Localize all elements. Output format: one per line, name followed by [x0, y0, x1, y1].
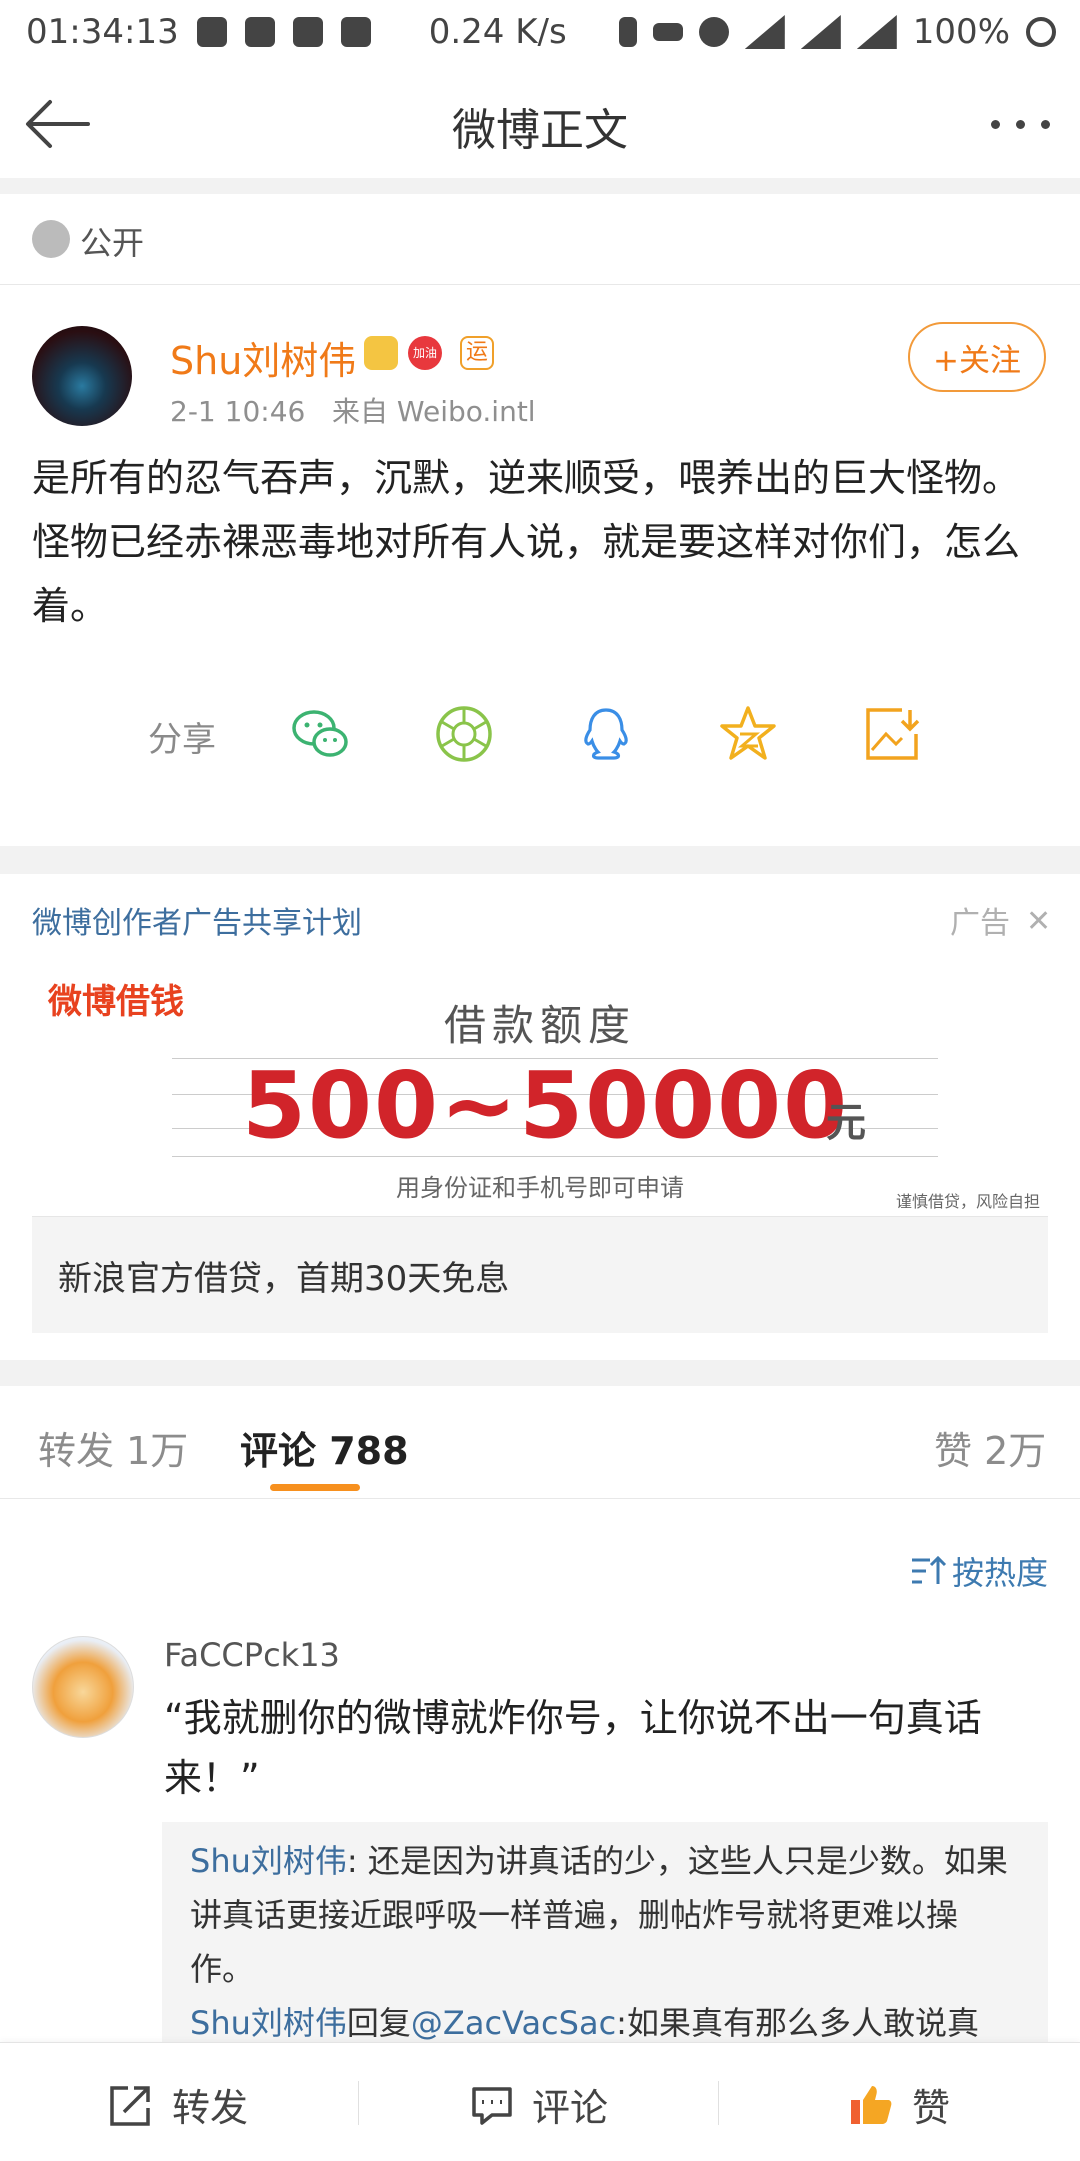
author-avatar[interactable] [32, 326, 132, 426]
network-speed: 0.24 K/s [428, 12, 567, 52]
ad-heading: 借款额度 [443, 1001, 636, 1050]
luck-badge-icon: 运 [460, 336, 494, 370]
ad-banner[interactable]: 微博借钱 借款额度 500~50000 元 用身份证和手机号即可申请 谨慎借贷，… [32, 960, 1048, 1216]
crown-badge-icon [364, 336, 398, 370]
cheer-badge-icon: 加油 [408, 336, 442, 370]
close-icon[interactable]: ✕ [1026, 904, 1051, 939]
author-name[interactable]: Shu刘树伟 [170, 330, 356, 385]
battery-icon [1026, 17, 1056, 47]
ad-caption[interactable]: 新浪官方借贷，首期30天免息 [32, 1216, 1048, 1333]
replies-box[interactable]: Shu刘树伟: 还是因为讲真话的少，这些人只是少数。如果讲真话更接近跟呼吸一样普… [162, 1822, 1048, 2042]
visibility-row: 公开 [0, 194, 1080, 285]
page-title: 微博正文 [452, 105, 628, 156]
follow-button[interactable]: +关注 [908, 322, 1046, 392]
mail-notification-icon-2 [292, 17, 323, 47]
phone-icon [618, 17, 637, 47]
divider [358, 2081, 359, 2125]
bottom-action-bar: 转发 评论 赞 [0, 2042, 1080, 2161]
repost-label: 转发 [172, 2086, 249, 2130]
touch-notification-icon [340, 17, 371, 47]
sort-label[interactable]: 按热度 [952, 1548, 1048, 1594]
reply-author[interactable]: Shu刘树伟 [190, 1842, 347, 1880]
repost-icon [110, 2085, 150, 2126]
signal-icon-2 [856, 15, 897, 49]
comment-button[interactable]: 评论 [470, 2077, 608, 2132]
message-notification-icon [196, 17, 227, 47]
divider [0, 1498, 1080, 1499]
ad-warning: 谨慎借贷，风险自担 [895, 1192, 1040, 1211]
save-image-icon[interactable] [862, 704, 922, 764]
tab-repost[interactable]: 转发 1万 [38, 1420, 188, 1475]
repost-button[interactable]: 转发 [108, 2077, 248, 2132]
ad-caption-text: 新浪官方借贷，首期30天免息 [58, 1259, 510, 1299]
top-navigation-bar: 微博正文 [0, 64, 1080, 178]
qq-icon[interactable] [576, 704, 636, 764]
dnd-icon [698, 17, 729, 47]
status-time: 01:34:13 [26, 12, 179, 52]
globe-icon [32, 220, 70, 258]
wifi-icon [744, 15, 785, 49]
reply-item: Shu刘树伟回复@ZacVacSac:如果真有那么多人敢说真 [190, 1996, 1020, 2042]
post-content: 是所有的忍气吞声，沉默，逆来顺受，喂养出的巨大怪物。怪物已经赤裸恶毒地对所有人说… [32, 456, 1021, 628]
commenter-name[interactable]: FaCCPck13 [164, 1636, 340, 1674]
comment-text: “我就删你的微博就炸你号，让你说不出一句真话来！” [164, 1696, 982, 1800]
reply-item: Shu刘树伟: 还是因为讲真话的少，这些人只是少数。如果讲真话更接近跟呼吸一样普… [190, 1834, 1020, 1996]
share-label: 分享 [148, 720, 216, 760]
post-time: 2-1 10:46 [170, 395, 306, 428]
divider [0, 1360, 1080, 1386]
like-button[interactable]: 赞 [848, 2077, 950, 2132]
qzone-icon[interactable] [718, 704, 778, 764]
status-bar: 01:34:13 0.24 K/s 100% [0, 0, 1080, 64]
divider [0, 846, 1080, 874]
ad-program-title[interactable]: 微博创作者广告共享计划 [32, 898, 362, 942]
wechat-icon[interactable] [290, 704, 350, 764]
visibility-label: 公开 [80, 224, 145, 262]
reply-text: :如果真有那么多人敢说真 [616, 2004, 979, 2042]
ad-unit: 元 [826, 1100, 866, 1146]
commenter-avatar[interactable] [32, 1636, 134, 1738]
mention-link[interactable]: @ZacVacSac [411, 2004, 616, 2042]
more-options-icon[interactable] [991, 120, 1050, 129]
battery-percent: 100% [912, 12, 1010, 52]
reply-verb: 回复 [346, 2004, 411, 2042]
post-source: 来自 Weibo.intl [332, 395, 536, 428]
signal-icon [800, 15, 841, 49]
like-label: 赞 [912, 2086, 951, 2130]
tab-like[interactable]: 赞 2万 [934, 1420, 1046, 1475]
post-meta: 2-1 10:46 来自 Weibo.intl [170, 390, 536, 430]
ad-tag: 广告 [950, 906, 1010, 941]
comment-label: 评论 [532, 2086, 609, 2130]
divider [0, 178, 1080, 194]
key-icon [652, 23, 683, 41]
active-tab-indicator [270, 1484, 360, 1491]
thumbs-up-icon [851, 2085, 892, 2124]
reply-author[interactable]: Shu刘树伟 [190, 2004, 347, 2042]
ad-amount: 500~50000 [242, 1052, 850, 1159]
mail-notification-icon [244, 17, 275, 47]
sort-icon[interactable] [910, 1554, 948, 1588]
tab-comment[interactable]: 评论 788 [240, 1420, 409, 1475]
divider [718, 2081, 719, 2125]
comment-icon [472, 2086, 512, 2125]
moments-icon[interactable] [434, 704, 494, 764]
